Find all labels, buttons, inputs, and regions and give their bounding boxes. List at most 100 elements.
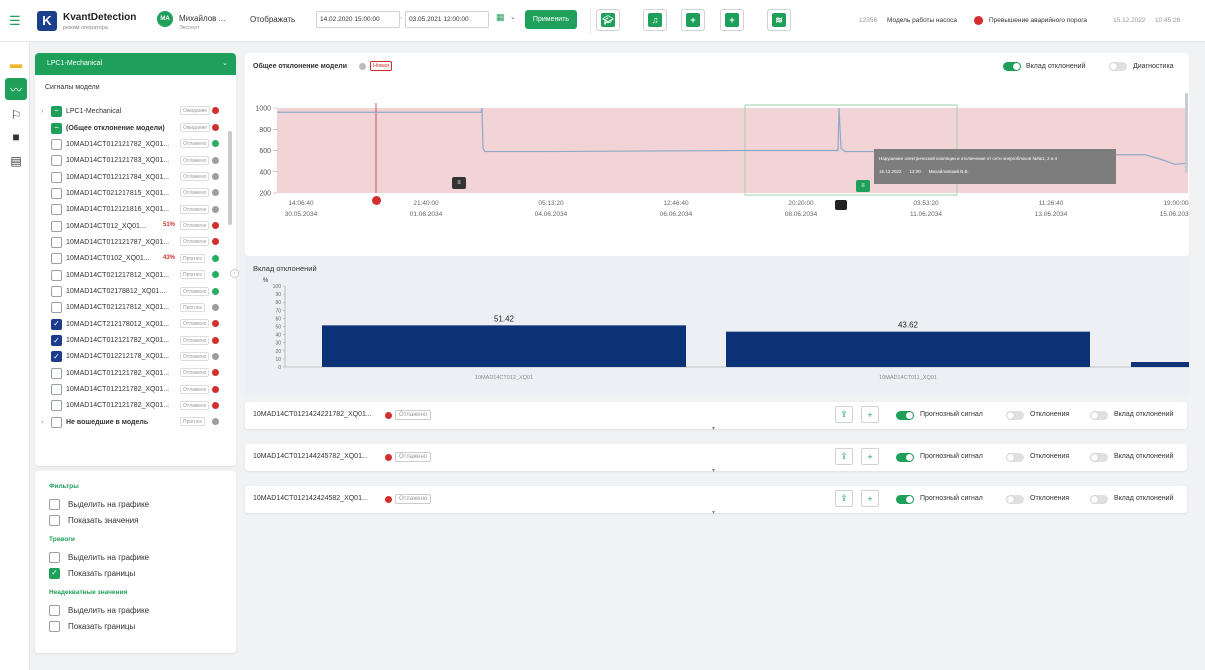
academy-button[interactable]: 🎓︎ <box>596 9 620 31</box>
checkbox-checked[interactable]: ✓ <box>49 567 60 579</box>
date-from-input[interactable]: 14.02.2020 15:00:00 <box>316 11 400 28</box>
filter-label: Показать границы <box>68 621 136 631</box>
inadequate-highlight-row[interactable]: Выделить на графике <box>49 602 239 618</box>
checkbox[interactable]: ✓ <box>51 335 62 347</box>
comment-marker-icon[interactable]: ≡ <box>452 177 466 189</box>
deviation-toggle[interactable] <box>1006 453 1024 462</box>
checkbox[interactable] <box>49 551 60 563</box>
checkbox[interactable]: ✓ <box>51 318 62 330</box>
checkbox[interactable] <box>51 286 62 297</box>
case-marker-icon[interactable] <box>835 200 847 210</box>
calendar-icon[interactable]: ▦ <box>496 12 505 23</box>
chevron-right-icon[interactable]: › <box>41 108 43 115</box>
statistics-button[interactable]: ≋ <box>767 9 791 31</box>
add-icon: + <box>867 451 873 462</box>
x-tick-time: 12:46:40 <box>663 200 689 207</box>
checkbox[interactable] <box>49 620 60 632</box>
export-button[interactable]: ⇪ <box>835 448 853 465</box>
expand-handle-icon[interactable]: ▾ <box>712 467 715 474</box>
checkbox[interactable] <box>51 367 62 379</box>
checkbox[interactable] <box>51 384 62 396</box>
user-name[interactable]: Михайлов ... <box>179 14 225 23</box>
filters-panel: Фильтры Выделить на графике Показать зна… <box>35 471 236 653</box>
alert-text[interactable]: Превышение аварийного порога <box>989 17 1087 24</box>
signal-card-name[interactable]: 10MAD14CT0121424221782_XQ01... <box>253 411 372 418</box>
info-icon[interactable] <box>359 63 366 70</box>
add-comment-button[interactable]: + <box>720 9 744 31</box>
notifications-button[interactable]: ♫︎ <box>643 9 667 31</box>
alarm-show-bounds-row[interactable]: ✓ Показать границы <box>49 565 239 581</box>
checkbox[interactable] <box>51 187 62 199</box>
date-to-input[interactable]: 03.05.2021 12:00:00 <box>405 11 489 28</box>
checkbox[interactable] <box>51 204 62 216</box>
alarm-marker[interactable] <box>372 196 381 205</box>
contribution-toggle[interactable] <box>1003 62 1021 71</box>
filters-title: Фильтры <box>49 483 79 490</box>
checkbox[interactable] <box>49 498 60 510</box>
export-icon: ⇪ <box>840 409 848 419</box>
report-icon[interactable]: ▤ <box>5 150 27 172</box>
signal-card-name[interactable]: 10MAD14CT012144245782_XQ01... <box>253 453 368 460</box>
checkbox[interactable] <box>51 171 62 183</box>
checkbox[interactable] <box>51 155 62 167</box>
expand-handle-icon[interactable]: ▾ <box>712 425 715 432</box>
signal-card-name[interactable]: 10MAD14CT012142424582_XQ01... <box>253 495 368 502</box>
checkbox[interactable] <box>51 302 62 314</box>
bar[interactable] <box>322 325 686 367</box>
bar-partial[interactable] <box>1131 362 1189 367</box>
checkbox[interactable] <box>51 253 62 265</box>
deviation-toggle[interactable] <box>1006 495 1024 504</box>
trend-icon[interactable]: 〰 <box>5 78 27 100</box>
checkbox[interactable] <box>49 604 60 616</box>
add-signal-button[interactable]: + <box>861 406 879 423</box>
checkbox[interactable]: − <box>51 122 62 134</box>
filter-highlight-row[interactable]: Выделить на графике <box>49 496 239 512</box>
forecast-toggle[interactable] <box>896 411 914 420</box>
comment-marker-active-icon[interactable]: ≡ <box>856 180 870 192</box>
contribution-toggle[interactable] <box>1090 453 1108 462</box>
chevron-right-icon[interactable]: › <box>41 419 43 426</box>
chevron-down-icon[interactable]: ⌄ <box>510 13 516 21</box>
add-case-button[interactable]: + <box>681 9 705 31</box>
status-dot <box>212 401 219 409</box>
export-button[interactable]: ⇪ <box>835 406 853 423</box>
checkbox[interactable] <box>51 416 62 428</box>
checkbox[interactable] <box>51 220 62 232</box>
alarm-highlight-row[interactable]: Выделить на графике <box>49 549 239 565</box>
filter-show-values-row[interactable]: Показать значения <box>49 512 239 528</box>
folder-icon[interactable]: ▬ <box>5 53 27 75</box>
checkbox[interactable]: − <box>51 105 62 117</box>
checkbox[interactable] <box>49 514 60 526</box>
status-dot <box>212 254 219 262</box>
diagnostics-toggle[interactable] <box>1109 62 1127 71</box>
checkbox[interactable] <box>51 269 62 281</box>
alarm-icon[interactable]: ⚐ <box>5 104 27 126</box>
contribution-toggle[interactable] <box>1090 411 1108 420</box>
briefcase-icon[interactable]: ■ <box>5 126 27 148</box>
diagnostics-toggle-label: Диагностика <box>1133 63 1174 70</box>
contribution-toggle[interactable] <box>1090 495 1108 504</box>
panel-collapse-handle[interactable]: ‹ <box>230 269 239 278</box>
avatar[interactable]: МА <box>157 11 173 27</box>
forecast-toggle[interactable] <box>896 495 914 504</box>
menu-icon[interactable]: ☰ <box>9 13 21 29</box>
add-signal-button[interactable]: + <box>861 448 879 465</box>
bar[interactable] <box>726 331 1090 367</box>
status-badge: Отлажено <box>180 319 210 329</box>
inadequate-show-bounds-row[interactable]: Показать границы <box>49 618 239 634</box>
model-select[interactable]: LPC1-Mechanical ⌄ <box>35 53 236 75</box>
checkbox[interactable]: ✓ <box>51 351 62 363</box>
bar-chart[interactable]: %100908070605040302010051.4210MAD14CT012… <box>245 274 1189 394</box>
alert-model[interactable]: Модель работы насоса <box>887 17 957 24</box>
apply-button[interactable]: Применить <box>525 10 577 29</box>
expand-handle-icon[interactable]: ▾ <box>712 509 715 516</box>
export-button[interactable]: ⇪ <box>835 490 853 507</box>
forecast-toggle[interactable] <box>896 453 914 462</box>
checkbox[interactable] <box>51 236 62 248</box>
add-signal-button[interactable]: + <box>861 490 879 507</box>
deviation-toggle[interactable] <box>1006 411 1024 420</box>
checkbox[interactable] <box>51 138 62 150</box>
chart-scrollbar[interactable] <box>1185 93 1188 173</box>
signal-label: 10MAD14CT021217812_XQ01... <box>66 304 170 312</box>
checkbox[interactable] <box>51 400 62 412</box>
